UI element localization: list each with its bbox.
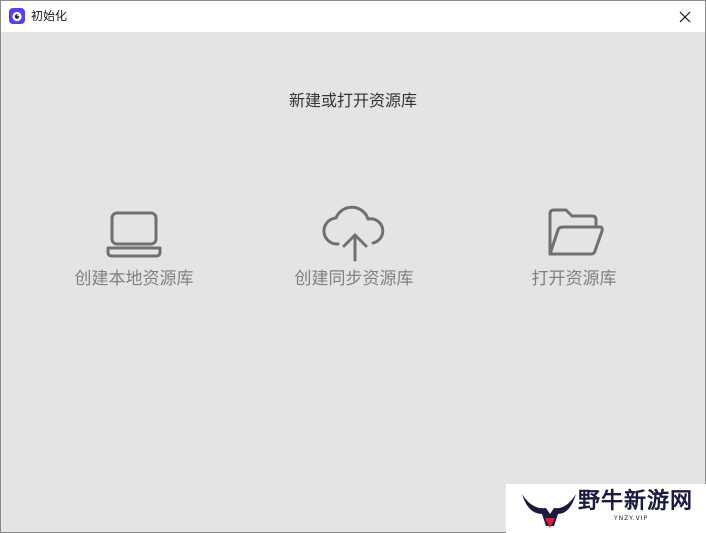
open-library-label: 打开资源库 (531, 269, 617, 289)
cloud-upload-icon (322, 205, 385, 262)
create-sync-library-option[interactable]: 创建同步资源库 (269, 204, 439, 304)
app-logo-icon (9, 8, 25, 24)
watermark-subtext: YNZY.VIP (614, 515, 649, 522)
close-button[interactable] (665, 1, 705, 32)
bull-logo-icon (522, 494, 576, 528)
create-local-library-label: 创建本地资源库 (74, 269, 194, 289)
create-sync-library-label: 创建同步资源库 (294, 269, 414, 289)
close-icon (679, 11, 691, 22)
title-bar: 初始化 (1, 1, 705, 32)
watermark-text: 野牛新游网 (578, 489, 694, 514)
window-title: 初始化 (31, 9, 68, 23)
init-window: 初始化 新建或打开资源库 创建本地资源库 创建同步资源库 打开资源库 (0, 0, 706, 533)
folder-open-icon (548, 208, 604, 256)
page-heading: 新建或打开资源库 (288, 91, 417, 110)
open-library-option[interactable]: 打开资源库 (489, 204, 659, 304)
create-local-library-option[interactable]: 创建本地资源库 (49, 204, 219, 304)
site-watermark: 野牛新游网 YNZY.VIP (506, 484, 706, 533)
laptop-icon (106, 211, 162, 258)
